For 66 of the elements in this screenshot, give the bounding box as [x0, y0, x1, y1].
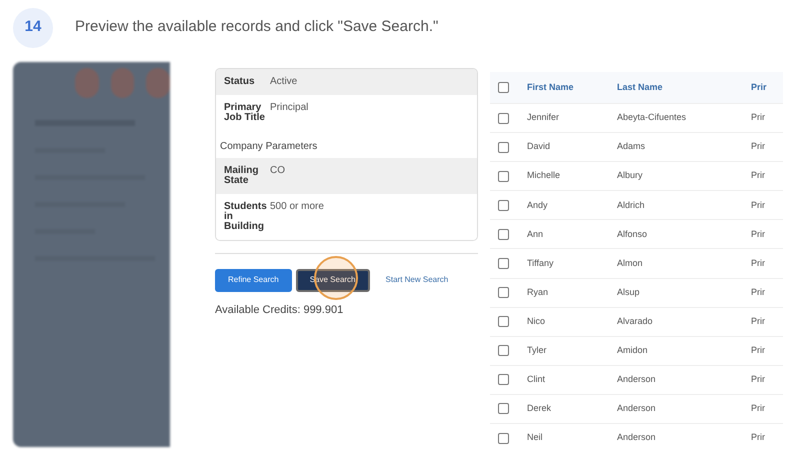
- table-cell-text: Anderson: [617, 402, 657, 416]
- table-cell-text: Adams: [617, 140, 646, 154]
- table-cell-text: Anderson: [617, 373, 657, 386]
- table-cell-text: Prir: [751, 169, 765, 182]
- parameter-value: Active: [270, 77, 298, 87]
- table-cell-text: Prir: [751, 228, 765, 241]
- table-cell-text: Almon: [617, 256, 644, 270]
- column-header[interactable]: Last Name: [617, 80, 751, 94]
- table-cell-text: Clint: [527, 373, 546, 386]
- table-cell-text: Amidon: [617, 344, 649, 358]
- table-cell-text: Prir: [751, 344, 765, 358]
- table-cell-text: Anderson: [617, 431, 657, 444]
- parameter-label: Mailing State: [224, 166, 260, 186]
- table-cell-text: Prir: [751, 373, 765, 386]
- table-cell-text: Albury: [617, 169, 644, 182]
- parameter-label: Students in Building: [224, 202, 268, 232]
- table-cell-text: Andy: [527, 198, 549, 212]
- start-new-search-link[interactable]: Start New Search: [374, 268, 460, 292]
- table-cell-text: Prir: [751, 314, 765, 328]
- table-cell-text: Ann: [527, 228, 544, 241]
- parameter-value: 500 or more: [270, 202, 324, 214]
- checkbox[interactable]: [498, 142, 509, 153]
- checkbox[interactable]: [498, 374, 509, 386]
- checkbox[interactable]: [498, 200, 509, 211]
- table-cell-text: Alfonso: [617, 228, 648, 241]
- table-cell-text: Prir: [751, 256, 765, 270]
- checkbox[interactable]: [498, 345, 509, 356]
- step-instruction: Preview the available records and click "Save Search.": [75, 17, 438, 38]
- table-cell-text: David: [527, 140, 552, 154]
- table-cell-text: Prir: [751, 198, 765, 212]
- checkbox[interactable]: [498, 316, 509, 328]
- table-cell-text: Prir: [751, 431, 765, 444]
- search-action-button[interactable]: Refine Search: [215, 268, 292, 292]
- table-cell-text: Ryan: [527, 286, 550, 299]
- checkbox[interactable]: [498, 258, 509, 270]
- checkbox[interactable]: [498, 228, 509, 240]
- table-cell-text: Abeyta-Cifuentes: [617, 111, 688, 124]
- table-cell-text: Neil: [527, 431, 544, 444]
- table-cell-text: Michelle: [527, 169, 562, 182]
- checkbox[interactable]: [498, 432, 509, 444]
- parameter-value: Principal: [270, 103, 308, 115]
- checkbox[interactable]: [498, 82, 509, 93]
- table-cell-text: Nico: [527, 314, 546, 328]
- checkbox[interactable]: [498, 170, 509, 182]
- parameter-label: Status: [224, 77, 256, 87]
- parameter-label: Primary Job Title: [224, 103, 266, 123]
- column-header[interactable]: Prir: [751, 80, 767, 94]
- step-number-badge: 14: [13, 8, 53, 48]
- table-cell-text: Alsup: [617, 286, 641, 299]
- table-cell-text: Derek: [527, 402, 552, 416]
- parameter-value: CO: [270, 166, 285, 178]
- table-cell-text: Prir: [751, 111, 765, 124]
- checkbox[interactable]: [498, 112, 509, 124]
- column-header[interactable]: First Name: [527, 80, 617, 94]
- checkbox[interactable]: [498, 287, 509, 298]
- table-cell-text: Prir: [751, 286, 765, 299]
- table-cell-text: Jennifer: [527, 111, 560, 124]
- table-cell-text: Tiffany: [527, 256, 555, 270]
- table-cell-text: Alvarado: [617, 314, 654, 328]
- table-cell-text: Aldrich: [617, 198, 646, 212]
- table-cell-text: Tyler: [527, 344, 548, 358]
- checkbox[interactable]: [498, 403, 509, 414]
- table-cell-text: Prir: [751, 140, 765, 154]
- available-credits: Available Credits: 999.901: [215, 302, 344, 318]
- section-heading: Company Parameters: [220, 141, 318, 152]
- table-cell-text: Prir: [751, 402, 765, 416]
